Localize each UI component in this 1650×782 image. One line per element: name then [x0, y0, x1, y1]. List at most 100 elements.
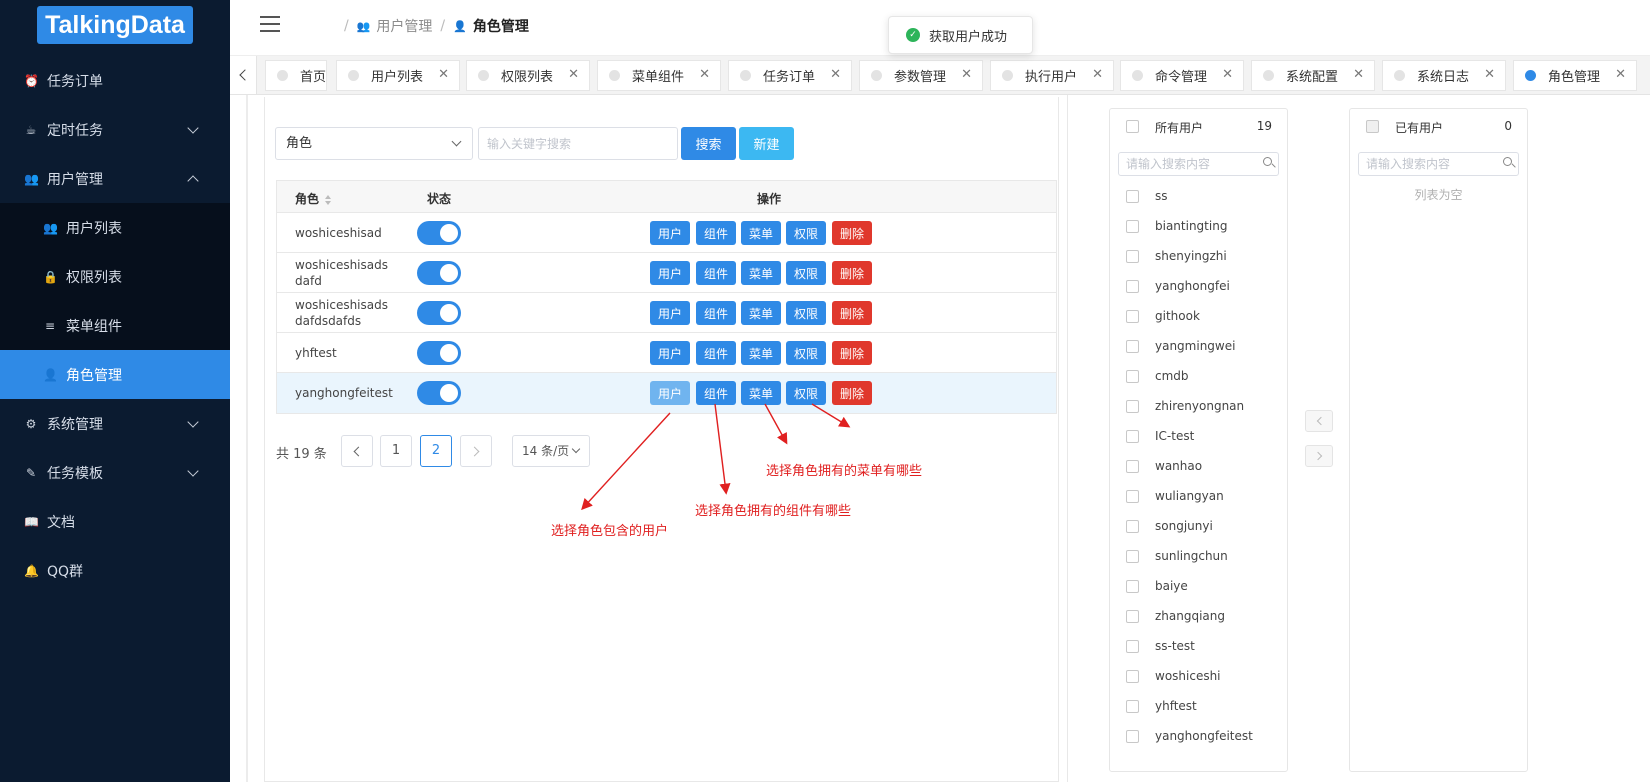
sidebar-item-scheduled-tasks[interactable]: ☕ 定时任务 [0, 105, 230, 154]
keyword-search-input[interactable] [478, 127, 678, 160]
item-checkbox[interactable] [1126, 340, 1139, 353]
component-button[interactable]: 组件 [696, 301, 736, 325]
delete-button[interactable]: 删除 [832, 261, 872, 285]
status-toggle[interactable] [417, 381, 461, 405]
tab-system-logs[interactable]: 系统日志 ✕ [1382, 60, 1506, 91]
tab-home[interactable]: 首页 [265, 60, 327, 91]
close-icon[interactable]: ✕ [1615, 67, 1626, 82]
sidebar-item-menu-components[interactable]: ≡ 菜单组件 [0, 301, 230, 350]
transfer-list-item[interactable]: baiye [1110, 572, 1287, 602]
tab-user-list[interactable]: 用户列表 ✕ [336, 60, 460, 91]
tab-parameter-management[interactable]: 参数管理 ✕ [859, 60, 983, 91]
tab-task-orders[interactable]: 任务订单 ✕ [728, 60, 852, 91]
item-checkbox[interactable] [1126, 640, 1139, 653]
close-icon[interactable]: ✕ [1484, 67, 1495, 82]
sort-icon[interactable] [325, 194, 332, 205]
item-checkbox[interactable] [1126, 700, 1139, 713]
delete-button[interactable]: 删除 [832, 221, 872, 245]
status-toggle[interactable] [417, 341, 461, 365]
item-checkbox[interactable] [1126, 430, 1139, 443]
tab-exec-users[interactable]: 执行用户 ✕ [990, 60, 1114, 91]
transfer-to-left-button[interactable] [1305, 410, 1333, 432]
sidebar-item-system-management[interactable]: ⚙ 系统管理 [0, 399, 230, 448]
column-header-role[interactable]: 角色 [295, 190, 332, 207]
transfer-list-item[interactable]: yanghongfei [1110, 272, 1287, 302]
close-icon[interactable]: ✕ [568, 67, 579, 82]
item-checkbox[interactable] [1126, 730, 1139, 743]
new-button[interactable]: 新建 [739, 127, 794, 160]
permission-button[interactable]: 权限 [786, 261, 826, 285]
sidebar-item-task-templates[interactable]: ✎ 任务模板 [0, 448, 230, 497]
component-button[interactable]: 组件 [696, 261, 736, 285]
user-button[interactable]: 用户 [650, 261, 690, 285]
component-button[interactable]: 组件 [696, 221, 736, 245]
transfer-list-item[interactable]: yanghongfeitest [1110, 722, 1287, 752]
close-icon[interactable]: ✕ [1353, 67, 1364, 82]
component-button[interactable]: 组件 [696, 381, 736, 405]
transfer-source-search-input[interactable] [1118, 152, 1279, 176]
item-checkbox[interactable] [1126, 370, 1139, 383]
delete-button[interactable]: 删除 [832, 381, 872, 405]
transfer-list-item[interactable]: biantingting [1110, 212, 1287, 242]
item-checkbox[interactable] [1126, 190, 1139, 203]
transfer-list-item[interactable]: wuliangyan [1110, 482, 1287, 512]
status-toggle[interactable] [417, 221, 461, 245]
page-size-select[interactable]: 14 条/页 [512, 435, 590, 467]
user-button[interactable]: 用户 [650, 341, 690, 365]
sidebar-item-permission-list[interactable]: 🔒 权限列表 [0, 252, 230, 301]
transfer-list-item[interactable]: shenyingzhi [1110, 242, 1287, 272]
delete-button[interactable]: 删除 [832, 341, 872, 365]
status-toggle[interactable] [417, 261, 461, 285]
item-checkbox[interactable] [1126, 580, 1139, 593]
close-icon[interactable]: ✕ [438, 67, 449, 82]
user-button[interactable]: 用户 [650, 381, 690, 405]
sidebar-item-docs[interactable]: 📖 文档 [0, 497, 230, 546]
prev-page-button[interactable] [341, 435, 373, 467]
item-checkbox[interactable] [1126, 460, 1139, 473]
menu-button[interactable]: 菜单 [741, 341, 781, 365]
transfer-list-item[interactable]: woshiceshi [1110, 662, 1287, 692]
close-icon[interactable]: ✕ [961, 67, 972, 82]
permission-button[interactable]: 权限 [786, 301, 826, 325]
page-1-button[interactable]: 1 [380, 435, 412, 467]
transfer-list-item[interactable]: sunlingchun [1110, 542, 1287, 572]
page-2-button[interactable]: 2 [420, 435, 452, 467]
menu-button[interactable]: 菜单 [741, 221, 781, 245]
sidebar-item-user-list[interactable]: 👥 用户列表 [0, 203, 230, 252]
sidebar-item-task-orders[interactable]: ⏰ 任务订单 [0, 56, 230, 105]
delete-button[interactable]: 删除 [832, 301, 872, 325]
logo[interactable]: TalkingData [37, 6, 193, 44]
item-checkbox[interactable] [1126, 490, 1139, 503]
close-icon[interactable]: ✕ [699, 67, 710, 82]
transfer-list-item[interactable]: zhangqiang [1110, 602, 1287, 632]
permission-button[interactable]: 权限 [786, 381, 826, 405]
menu-button[interactable]: 菜单 [741, 381, 781, 405]
sidebar-item-role-management[interactable]: 👤 角色管理 [0, 350, 230, 399]
close-icon[interactable]: ✕ [1222, 67, 1233, 82]
item-checkbox[interactable] [1126, 520, 1139, 533]
breadcrumb-parent[interactable]: 用户管理 [376, 16, 432, 36]
transfer-list-item[interactable]: songjunyi [1110, 512, 1287, 542]
transfer-list-item[interactable]: yhftest [1110, 692, 1287, 722]
tab-command-management[interactable]: 命令管理 ✕ [1120, 60, 1244, 91]
sidebar-item-user-management[interactable]: 👥 用户管理 [0, 154, 230, 203]
select-all-checkbox[interactable] [1366, 120, 1379, 133]
panel-resize-handle[interactable] [1067, 95, 1073, 782]
tab-menu-components[interactable]: 菜单组件 ✕ [597, 60, 721, 91]
sidebar-item-qq-group[interactable]: 🔔 QQ群 [0, 546, 230, 595]
item-checkbox[interactable] [1126, 550, 1139, 563]
item-checkbox[interactable] [1126, 670, 1139, 683]
next-page-button[interactable] [460, 435, 492, 467]
tab-scroll-left-button[interactable] [230, 56, 257, 94]
transfer-to-right-button[interactable] [1305, 445, 1333, 467]
transfer-list-item[interactable]: wanhao [1110, 452, 1287, 482]
transfer-target-search-input[interactable] [1358, 152, 1519, 176]
menu-button[interactable]: 菜单 [741, 261, 781, 285]
item-checkbox[interactable] [1126, 280, 1139, 293]
component-button[interactable]: 组件 [696, 341, 736, 365]
item-checkbox[interactable] [1126, 400, 1139, 413]
transfer-list-item[interactable]: zhirenyongnan [1110, 392, 1287, 422]
transfer-list-item[interactable]: ss-test [1110, 632, 1287, 662]
close-icon[interactable]: ✕ [1092, 67, 1103, 82]
transfer-list-item[interactable]: ss [1110, 182, 1287, 212]
